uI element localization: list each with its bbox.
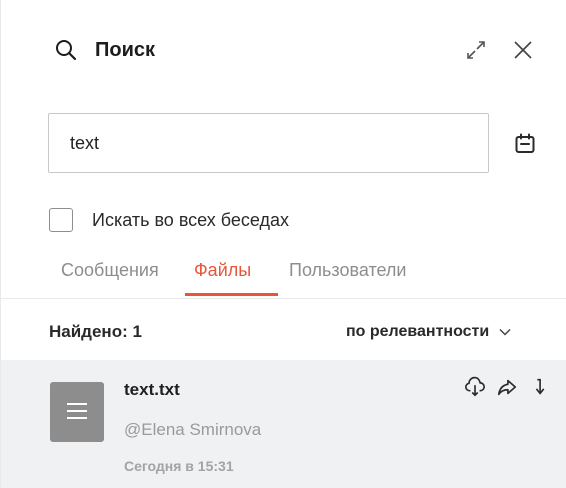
file-name: text.txt [124,380,180,399]
page-title: Поиск [95,39,156,61]
file-date: Сегодня в 15:31 [124,458,234,474]
search-all-label[interactable]: Искать во всех беседах [92,208,289,232]
search-all-checkbox[interactable] [49,208,73,232]
close-icon[interactable] [511,38,535,62]
result-tabs: Сообщения Файлы Пользователи [1,252,566,300]
results-count: Найдено: 1 [49,322,142,341]
calendar-icon[interactable] [513,132,537,156]
result-item[interactable]: text.txt @Elena Smirnova Сегодня в 15:31 [1,360,566,488]
sort-dropdown[interactable]: по релевантности [346,320,512,344]
tab-files[interactable]: Файлы [194,258,251,282]
sort-label: по релевантности [346,323,490,340]
download-icon[interactable] [464,376,486,398]
share-icon[interactable] [496,376,518,398]
active-tab-indicator [185,293,278,296]
tab-messages[interactable]: Сообщения [61,258,159,282]
jump-icon[interactable] [530,376,552,398]
expand-icon[interactable] [464,38,488,62]
search-panel: Поиск Искать во всех беседах Сообщения Ф… [0,0,566,488]
file-author: @Elena Smirnova [124,420,262,439]
chevron-down-icon [499,328,511,336]
search-input[interactable] [48,113,489,173]
search-icon [56,40,77,61]
tab-users[interactable]: Пользователи [289,258,406,282]
search-header: Поиск [1,0,566,100]
file-icon [50,382,104,442]
tabs-divider [1,298,566,299]
